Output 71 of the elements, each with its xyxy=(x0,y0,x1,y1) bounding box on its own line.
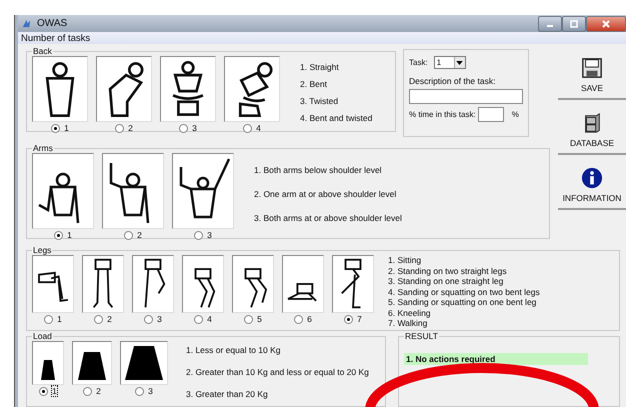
posture-drawing xyxy=(282,255,324,313)
radio-button[interactable]: 2 xyxy=(81,386,103,396)
posture-drawing xyxy=(224,56,280,122)
radio-button[interactable]: 6 xyxy=(292,314,314,324)
option-description: 4. Sanding or squatting on two bent legs xyxy=(388,286,540,297)
radio-button[interactable]: 3 xyxy=(133,386,155,396)
field-label: Description of the task: xyxy=(409,76,496,86)
posture-drawing xyxy=(332,255,374,313)
option-description: 3. Twisted xyxy=(300,96,340,106)
menu-item[interactable]: Number of tasks xyxy=(21,32,90,44)
close-button[interactable] xyxy=(586,16,626,32)
radio-button[interactable]: 2 xyxy=(122,230,144,240)
radio-button[interactable]: 1 xyxy=(37,386,59,396)
group-title: Arms xyxy=(32,143,54,153)
radio-button[interactable]: 1 xyxy=(52,230,74,240)
option-description: 1. Both arms below shoulder level xyxy=(254,165,383,175)
radio-button[interactable]: 3 xyxy=(142,314,164,324)
option-description: 2. Bent xyxy=(300,79,328,89)
task-dropdown[interactable]: 1 xyxy=(434,56,466,69)
radio-button[interactable]: 2 xyxy=(113,123,135,133)
maximize-button[interactable] xyxy=(562,16,586,32)
info-icon xyxy=(581,167,603,189)
posture-drawing xyxy=(182,255,224,313)
load-drawing xyxy=(120,341,168,385)
posture-drawing xyxy=(132,255,174,313)
maximize-icon xyxy=(569,20,579,28)
group-title: RESULT xyxy=(404,331,439,341)
radio-button[interactable]: 1 xyxy=(49,123,71,133)
group-title: Back xyxy=(32,46,53,56)
minimize-button[interactable] xyxy=(538,16,562,32)
radio-button[interactable]: 3 xyxy=(192,230,214,240)
radio-button[interactable]: 2 xyxy=(92,314,114,324)
radio-button[interactable]: 7 xyxy=(342,314,364,324)
caret-icon xyxy=(456,60,464,64)
radio-button[interactable]: 5 xyxy=(242,314,264,324)
option-description: 7. Walking xyxy=(388,318,428,328)
field-label: % time in this task: xyxy=(409,110,476,119)
unit-label: % xyxy=(512,110,519,119)
option-description: 1. Sitting xyxy=(388,255,422,266)
posture-drawing xyxy=(82,255,124,313)
load-drawing xyxy=(32,341,64,385)
option-description: 5. Sanding or squatting on one bent leg xyxy=(388,297,538,308)
option-description: 3. Both arms at or above shoulder level xyxy=(254,213,402,223)
radio-button[interactable]: 3 xyxy=(177,123,199,133)
app-icon xyxy=(21,18,32,29)
result-text: 1. No actions required xyxy=(404,353,588,365)
posture-drawing xyxy=(96,56,152,122)
group-title: Legs xyxy=(32,245,52,255)
posture-drawing xyxy=(160,56,216,122)
option-description: 2. Greater than 10 Kg and less or equal to 20 Kg xyxy=(186,367,369,377)
option-description: 1. Less or equal to 10 Kg xyxy=(186,345,282,355)
time-field[interactable] xyxy=(478,107,504,122)
posture-drawing xyxy=(32,255,74,313)
description-field[interactable] xyxy=(409,89,523,104)
option-description: 4. Bent and twisted xyxy=(300,113,372,123)
posture-drawing xyxy=(232,255,274,313)
option-description: 3. Greater than 20 Kg xyxy=(186,389,269,399)
posture-drawing xyxy=(32,56,88,122)
option-description: 1. Straight xyxy=(300,62,340,72)
group-title: Load xyxy=(32,331,53,341)
close-icon xyxy=(601,20,611,28)
radio-button[interactable]: 1 xyxy=(42,314,64,324)
load-drawing xyxy=(72,341,112,385)
option-description: 2. One arm at or above shoulder level xyxy=(254,189,398,199)
window-title: OWAS xyxy=(37,18,68,29)
field-label: Task: xyxy=(409,58,428,67)
option-description: 3. Standing on one straight leg xyxy=(388,276,504,286)
radio-button[interactable]: 4 xyxy=(192,314,214,324)
option-description: 6. Kneeling xyxy=(388,308,432,318)
radio-button[interactable]: 4 xyxy=(241,123,263,133)
option-description: 2. Standing on two straight legs xyxy=(388,266,508,276)
